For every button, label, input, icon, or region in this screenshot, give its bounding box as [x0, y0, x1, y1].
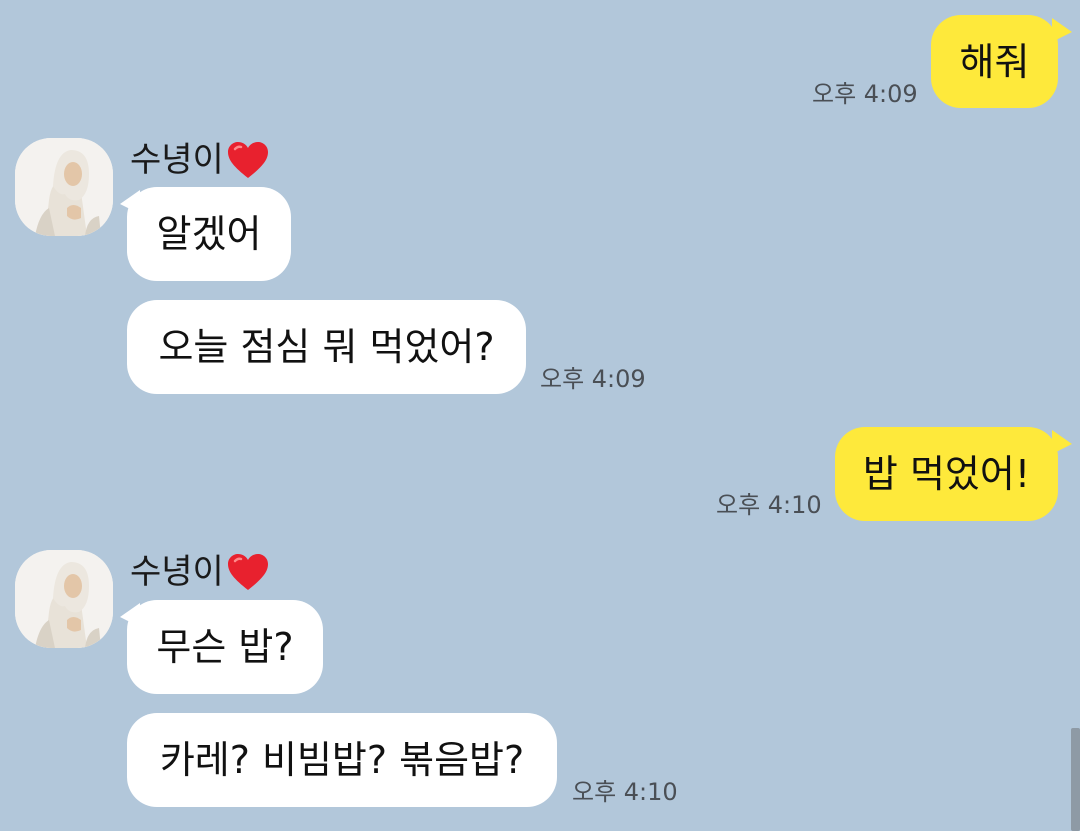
message-text: 밥 먹었어!: [862, 452, 1031, 496]
profile-avatar-icon: [15, 550, 113, 648]
sender-name: 수녕이: [130, 552, 270, 592]
sender-name: 수녕이: [130, 140, 270, 180]
bubble-tail: [1052, 18, 1072, 42]
their-message-bubble[interactable]: 카레? 비빔밥? 볶음밥?: [127, 713, 557, 807]
scrollbar[interactable]: [1071, 728, 1080, 831]
message-text: 카레? 비빔밥? 볶음밥?: [159, 738, 525, 782]
heart-icon: [227, 142, 268, 178]
heart-icon: [227, 554, 268, 590]
message-time: 오후 4:09: [540, 365, 646, 393]
message-text: 해줘: [959, 39, 1030, 84]
message-text: 무슨 밥?: [156, 625, 294, 669]
message-time: 오후 4:10: [572, 778, 678, 806]
their-message-bubble[interactable]: 알겠어: [127, 187, 291, 281]
chat-area[interactable]: 오후 4:09 해줘 수녕이 알겠어 오늘 점심 뭐 먹었어? 오후 4:09 …: [0, 0, 1080, 831]
my-message-bubble[interactable]: 밥 먹었어!: [835, 427, 1058, 521]
my-message-bubble[interactable]: 해줘: [931, 15, 1058, 108]
bubble-tail: [1052, 430, 1072, 454]
avatar[interactable]: [15, 138, 113, 236]
their-message-bubble[interactable]: 오늘 점심 뭐 먹었어?: [127, 300, 526, 394]
avatar[interactable]: [15, 550, 113, 648]
profile-avatar-icon: [15, 138, 113, 236]
message-text: 오늘 점심 뭐 먹었어?: [158, 325, 495, 369]
sender-name-text: 수녕이: [130, 552, 224, 592]
their-message-bubble[interactable]: 무슨 밥?: [127, 600, 323, 694]
message-time: 오후 4:09: [812, 80, 918, 108]
message-time: 오후 4:10: [716, 491, 822, 519]
message-text: 알겠어: [156, 212, 262, 256]
sender-name-text: 수녕이: [130, 140, 224, 180]
